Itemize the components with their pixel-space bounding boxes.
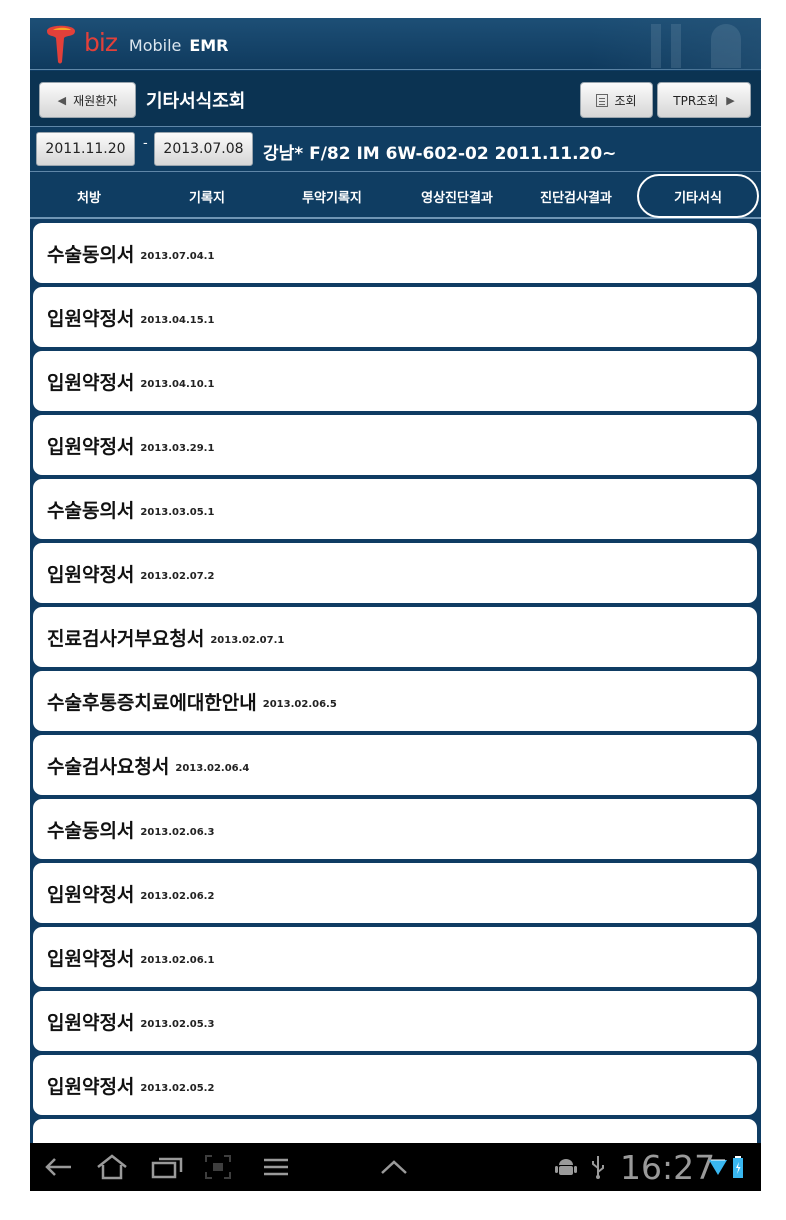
brand-title: biz Mobile EMR	[84, 28, 229, 57]
tab-imaging-results[interactable]: 영상진단결과	[398, 173, 516, 219]
item-title: 수술후통증치료에대한안내	[47, 691, 257, 714]
list-item-partial[interactable]	[33, 1119, 757, 1143]
item-date: 2013.03.05.1	[140, 506, 215, 518]
chevron-up-icon[interactable]	[376, 1151, 412, 1183]
list-item[interactable]: 수술후통증치료에대한안내 2013.02.06.5	[33, 671, 757, 731]
brand-mobile: Mobile	[128, 36, 182, 55]
tab-records[interactable]: 기록지	[148, 173, 266, 219]
item-date: 2013.02.06.1	[140, 954, 215, 966]
header-decoration	[591, 18, 761, 70]
item-title: 진료검사거부요청서	[47, 627, 205, 650]
item-date: 2013.07.04.1	[140, 250, 215, 262]
tpr-query-button[interactable]: TPR조회 ▶	[657, 82, 751, 118]
item-title: 수술동의서	[47, 243, 135, 266]
item-date: 2013.04.10.1	[140, 378, 215, 390]
item-title: 입원약정서	[47, 883, 135, 906]
item-title: 입원약정서	[47, 307, 135, 330]
item-title: 수술검사요청서	[47, 755, 170, 778]
item-title: 입원약정서	[47, 563, 135, 586]
back-button-label: 재원환자	[73, 93, 118, 108]
back-icon[interactable]	[40, 1151, 76, 1183]
list-item[interactable]: 입원약정서 2013.02.07.2	[33, 543, 757, 603]
recent-apps-icon[interactable]	[148, 1151, 186, 1183]
item-title: 입원약정서	[47, 1075, 135, 1098]
item-title: 입원약정서	[47, 1011, 135, 1034]
item-date: 2013.02.06.4	[175, 762, 250, 774]
list-item[interactable]: 입원약정서 2013.04.15.1	[33, 287, 757, 347]
item-title: 입원약정서	[47, 371, 135, 394]
query-button-label: 조회	[614, 93, 637, 108]
list-item[interactable]: 입원약정서 2013.02.05.2	[33, 1055, 757, 1115]
date-to-picker[interactable]: 2013.07.08	[154, 132, 253, 166]
list-item[interactable]: 입원약정서 2013.02.06.2	[33, 863, 757, 923]
screenshot-icon[interactable]	[202, 1151, 234, 1183]
clock: 16:27	[620, 1148, 716, 1187]
item-title: 입원약정서	[47, 947, 135, 970]
tpr-button-label: TPR조회	[673, 93, 719, 108]
list-item[interactable]: 수술동의서 2013.07.04.1	[33, 223, 757, 283]
date-separator: -	[143, 136, 148, 151]
item-date: 2013.02.05.3	[140, 1018, 215, 1030]
t-logo-icon	[47, 25, 75, 64]
document-icon	[596, 93, 609, 107]
android-icon	[552, 1151, 580, 1183]
back-to-inpatients-button[interactable]: ◀ 재원환자	[39, 82, 136, 118]
app-header: biz Mobile EMR	[30, 18, 761, 70]
list-item[interactable]: 수술검사요청서 2013.02.06.4	[33, 735, 757, 795]
left-arrow-icon: ◀	[57, 93, 67, 107]
app-screen: biz Mobile EMR ◀ 재원환자 기타서식조회 조회 TPR조회 ▶ …	[30, 18, 761, 1191]
tab-bar: 처방 기록지 투약기록지 영상진단결과 진단검사결과 기타서식	[30, 173, 761, 219]
home-icon[interactable]	[92, 1151, 132, 1183]
usb-icon	[586, 1151, 610, 1183]
tab-prescription[interactable]: 처방	[30, 173, 148, 219]
list-item[interactable]: 입원약정서 2013.04.10.1	[33, 351, 757, 411]
wifi-icon	[707, 1151, 729, 1183]
tab-other-forms[interactable]: 기타서식	[637, 174, 759, 218]
list-item[interactable]: 수술동의서 2013.03.05.1	[33, 479, 757, 539]
list-item[interactable]: 수술동의서 2013.02.06.3	[33, 799, 757, 859]
tab-medication-records[interactable]: 투약기록지	[266, 173, 398, 219]
right-arrow-icon: ▶	[726, 93, 735, 107]
page-title: 기타서식조회	[146, 91, 246, 112]
date-from-picker[interactable]: 2011.11.20	[36, 132, 135, 166]
item-date: 2013.03.29.1	[140, 442, 215, 454]
item-date: 2013.02.06.3	[140, 826, 215, 838]
toolbar: ◀ 재원환자 기타서식조회 조회 TPR조회 ▶	[30, 71, 761, 127]
list-item[interactable]: 진료검사거부요청서 2013.02.07.1	[33, 607, 757, 667]
list-item[interactable]: 입원약정서 2013.02.05.3	[33, 991, 757, 1051]
list-item[interactable]: 입원약정서 2013.03.29.1	[33, 415, 757, 475]
menu-icon[interactable]	[258, 1151, 294, 1183]
item-date: 2013.02.07.1	[210, 634, 285, 646]
item-date: 2013.02.06.2	[140, 890, 215, 902]
item-title: 입원약정서	[47, 435, 135, 458]
brand-emr: EMR	[189, 36, 229, 55]
item-date: 2013.04.15.1	[140, 314, 215, 326]
patient-info: 강남* F/82 IM 6W-602-02 2011.11.20~	[263, 144, 617, 164]
item-title: 수술동의서	[47, 819, 135, 842]
tab-lab-results[interactable]: 진단검사결과	[516, 173, 636, 219]
system-navigation-bar: 16:27	[30, 1143, 761, 1191]
date-range-row: 2011.11.20 - 2013.07.08 강남* F/82 IM 6W-6…	[30, 128, 761, 172]
form-list: 수술동의서 2013.07.04.1 입원약정서 2013.04.15.1 입원…	[30, 221, 761, 1143]
battery-icon	[730, 1151, 746, 1183]
brand-biz: biz	[84, 28, 118, 57]
list-item[interactable]: 입원약정서 2013.02.06.1	[33, 927, 757, 987]
item-title: 수술동의서	[47, 499, 135, 522]
item-date: 2013.02.05.2	[140, 1082, 215, 1094]
item-date: 2013.02.06.5	[262, 698, 337, 710]
query-button[interactable]: 조회	[580, 82, 653, 118]
item-date: 2013.02.07.2	[140, 570, 215, 582]
